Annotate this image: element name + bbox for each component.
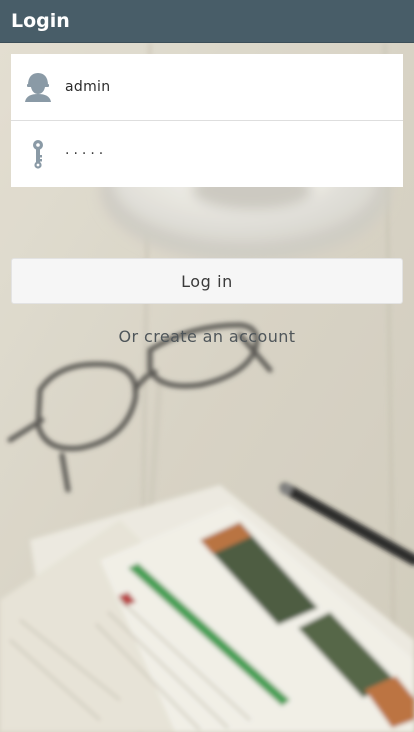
page-title: Login (11, 10, 70, 32)
username-field[interactable]: admin (11, 54, 403, 120)
key-icon (24, 139, 52, 169)
create-account-link[interactable]: Or create an account (0, 326, 414, 348)
login-screen: Login admin ····· Log in Or create an ac… (0, 0, 414, 732)
login-form: admin ····· (11, 54, 403, 187)
header-bar: Login (0, 0, 414, 43)
user-icon (24, 72, 52, 102)
username-value: admin (65, 79, 111, 95)
password-value: ····· (65, 146, 108, 162)
password-field[interactable]: ····· (11, 120, 403, 187)
login-button[interactable]: Log in (11, 258, 403, 304)
